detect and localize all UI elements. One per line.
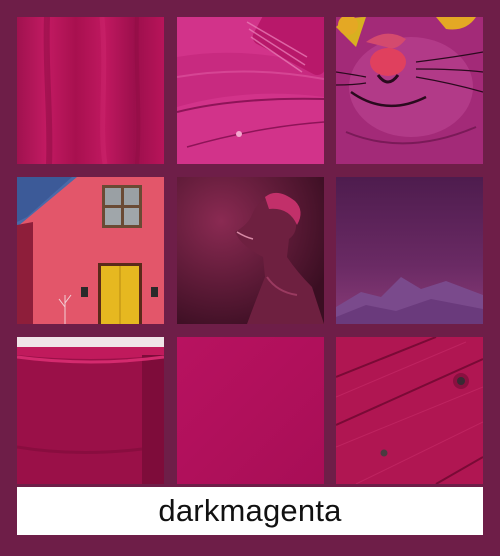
tile-mountain-sky bbox=[336, 177, 483, 324]
tile-house bbox=[17, 177, 164, 324]
color-name-label: darkmagenta bbox=[158, 493, 342, 528]
tile-bowl bbox=[17, 337, 164, 484]
tile-solid-swatch bbox=[177, 337, 324, 484]
color-collage: darkmagenta bbox=[0, 0, 500, 556]
tile-paint-brush bbox=[177, 17, 324, 164]
tile-fabric bbox=[17, 17, 164, 164]
tile-cat-face bbox=[336, 17, 483, 164]
label-bar: darkmagenta bbox=[17, 487, 483, 535]
tile-portrait bbox=[177, 177, 324, 324]
tile-wood-plank bbox=[336, 337, 483, 484]
